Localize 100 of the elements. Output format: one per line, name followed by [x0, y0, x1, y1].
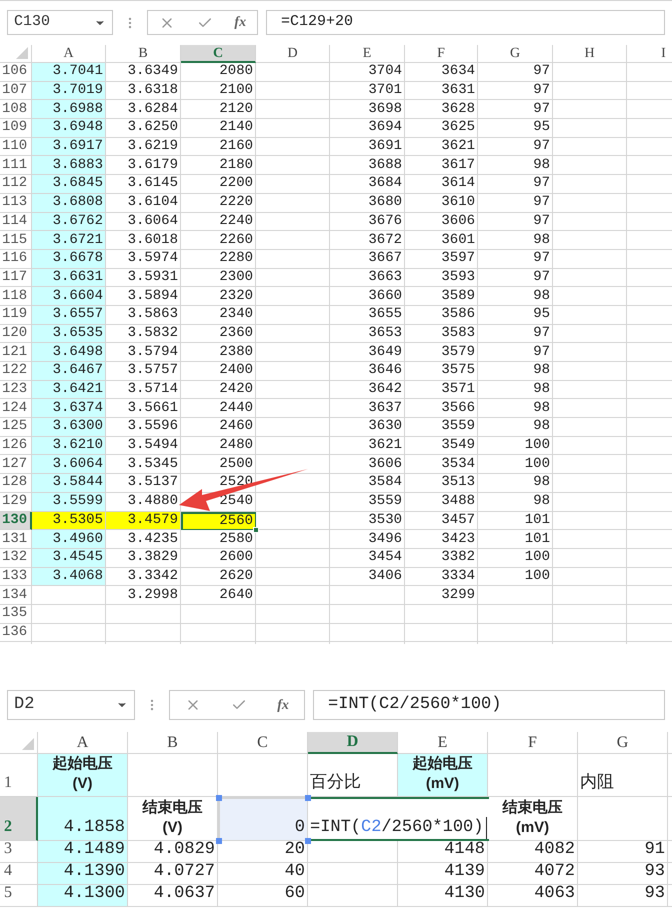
row-header[interactable]: 128	[0, 474, 32, 493]
table-cell: 3.5832	[106, 324, 181, 344]
row-header[interactable]: 111	[0, 156, 32, 176]
column-header[interactable]: A	[32, 45, 106, 63]
table-cell: 97	[478, 268, 553, 288]
table-cell: 2500	[181, 455, 256, 474]
table-cell: 95	[478, 306, 553, 325]
column-header[interactable]: H	[553, 45, 627, 63]
table-cell: 2640	[181, 586, 256, 605]
name-box[interactable]: C130	[7, 10, 113, 35]
insert-function-button[interactable]: fx	[277, 694, 289, 716]
column-header[interactable]: A	[38, 732, 128, 754]
table-cell: 3672	[330, 231, 405, 250]
table-cell: 3.6064	[32, 455, 106, 474]
table-cell: 4.1858	[38, 797, 128, 841]
column-header[interactable]: B	[128, 732, 218, 754]
table-cell: 3.6948	[32, 119, 106, 138]
name-box[interactable]: D2	[7, 690, 135, 720]
column-header[interactable]: G	[478, 45, 553, 63]
row-header[interactable]: 115	[0, 231, 32, 250]
table-cell: 3642	[330, 380, 405, 400]
fill-handle[interactable]	[253, 527, 259, 534]
column-header[interactable]: I	[627, 45, 672, 63]
resize-handle[interactable]	[305, 838, 311, 844]
row-header[interactable]: 121	[0, 343, 32, 362]
row-header[interactable]: 4	[0, 863, 38, 885]
row-header[interactable]: 108	[0, 100, 32, 120]
row-header[interactable]: 114	[0, 212, 32, 232]
row-header[interactable]: 122	[0, 362, 32, 381]
table-cell: 3.6284	[106, 100, 181, 120]
row-header[interactable]: 132	[0, 548, 32, 568]
row-header[interactable]: 120	[0, 324, 32, 344]
column-header[interactable]: D	[308, 732, 398, 754]
table-cell: 3680	[330, 194, 405, 212]
row-header[interactable]: 126	[0, 436, 32, 456]
column-header[interactable]: E	[398, 732, 488, 754]
table-cell: 3617	[405, 156, 478, 176]
column-header[interactable]: E	[330, 45, 405, 63]
table-cell: 3.6498	[32, 343, 106, 362]
row-header[interactable]: 123	[0, 380, 32, 400]
column-header[interactable]: F	[488, 732, 578, 754]
row-header[interactable]: 118	[0, 287, 32, 306]
column-header[interactable]: B	[106, 45, 181, 63]
select-all-icon[interactable]	[22, 738, 34, 750]
row-header[interactable]: 136	[0, 624, 32, 642]
cell-editor[interactable]: =INT(C2/2560*100)	[308, 797, 490, 841]
row-header[interactable]: 134	[0, 586, 32, 605]
table-cell: 3.6631	[32, 268, 106, 288]
row-header[interactable]: 110	[0, 138, 32, 156]
insert-function-button[interactable]: fx	[234, 12, 246, 33]
table-cell: 2200	[181, 175, 256, 194]
row-header[interactable]: 116	[0, 250, 32, 269]
resize-handle[interactable]	[305, 795, 311, 801]
table-cell: 3583	[405, 324, 478, 344]
table-cell: 3.6018	[106, 231, 181, 250]
row-header[interactable]: 130	[0, 512, 32, 530]
row-header[interactable]: 133	[0, 568, 32, 586]
table-cell: 101	[478, 512, 553, 530]
column-header[interactable]: C	[181, 45, 256, 63]
resize-handle[interactable]	[216, 838, 222, 844]
row-header[interactable]: 113	[0, 194, 32, 212]
table-cell: 3571	[405, 380, 478, 400]
column-header[interactable]: D	[256, 45, 330, 63]
row-header[interactable]: 109	[0, 119, 32, 138]
table-cell: 2400	[181, 362, 256, 381]
row-header[interactable]: 129	[0, 492, 32, 512]
table-cell: 2560	[181, 512, 256, 530]
text-cursor	[486, 817, 488, 839]
table-cell: 2260	[181, 231, 256, 250]
formula-field[interactable]: =C129+20	[266, 10, 665, 35]
row-header[interactable]: 127	[0, 455, 32, 474]
row-header[interactable]: 119	[0, 306, 32, 325]
row-header[interactable]: 5	[0, 885, 38, 907]
table-cell: 3.6421	[32, 380, 106, 400]
column-header[interactable]: F	[405, 45, 478, 63]
table-cell: 4063	[488, 885, 578, 907]
resize-handle[interactable]	[216, 795, 222, 801]
table-cell: 3.5305	[32, 512, 106, 530]
row-header[interactable]: 106	[0, 63, 32, 82]
column-header[interactable]: G	[578, 732, 668, 754]
row-header[interactable]: 107	[0, 82, 32, 100]
row-header[interactable]: 117	[0, 268, 32, 288]
header-cell: 起始电压 (V)	[38, 754, 128, 797]
table-cell: 3.4068	[32, 568, 106, 586]
table-cell: 3704	[330, 63, 405, 82]
table-cell: 2120	[181, 100, 256, 120]
row-header[interactable]: 2	[0, 797, 38, 841]
row-header[interactable]: 1	[0, 754, 38, 797]
formula-field[interactable]: =INT(C2/2560*100)	[313, 690, 665, 720]
table-cell: 2420	[181, 380, 256, 400]
table-cell: 98	[478, 492, 553, 512]
row-header[interactable]: 135	[0, 604, 32, 624]
table-cell: 3.5494	[106, 436, 181, 456]
row-header[interactable]: 125	[0, 418, 32, 437]
column-header[interactable]: C	[218, 732, 308, 754]
row-header[interactable]: 112	[0, 175, 32, 194]
row-header[interactable]: 124	[0, 399, 32, 418]
row-header[interactable]: 131	[0, 530, 32, 549]
row-header[interactable]: 3	[0, 841, 38, 863]
select-all-icon[interactable]	[16, 47, 28, 59]
